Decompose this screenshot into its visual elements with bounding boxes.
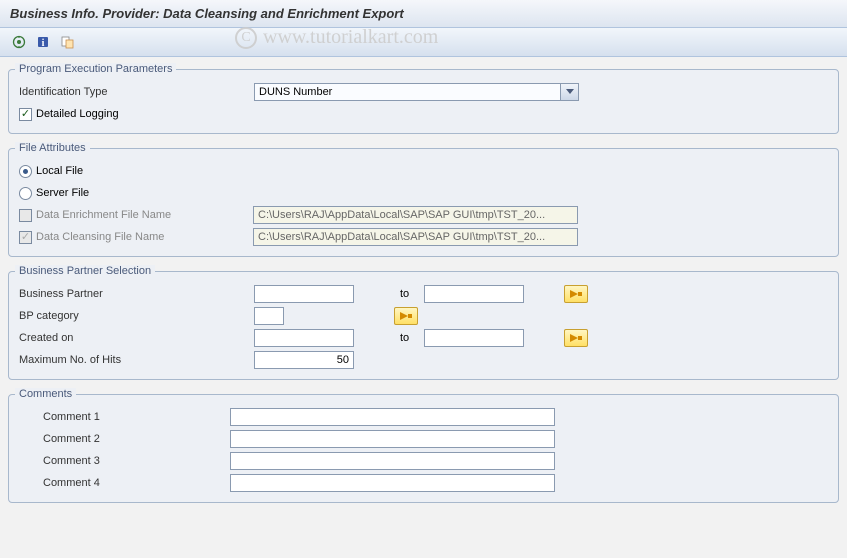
bp-category-label: BP category bbox=[19, 310, 254, 322]
execute-button[interactable] bbox=[8, 32, 30, 52]
data-cleansing-input[interactable] bbox=[253, 228, 578, 246]
detailed-logging-label: Detailed Logging bbox=[36, 108, 119, 120]
comment4-input[interactable] bbox=[230, 474, 555, 492]
info-button[interactable]: i bbox=[32, 32, 54, 52]
report-button[interactable] bbox=[56, 32, 78, 52]
group-file-attributes: File Attributes Local File Server File D… bbox=[8, 142, 839, 257]
max-hits-label: Maximum No. of Hits bbox=[19, 354, 254, 366]
data-cleansing-label: Data Cleansing File Name bbox=[36, 231, 253, 243]
group-program-execution: Program Execution Parameters Identificat… bbox=[8, 63, 839, 134]
comment4-label: Comment 4 bbox=[19, 477, 230, 489]
comment2-input[interactable] bbox=[230, 430, 555, 448]
group-comments: Comments Comment 1 Comment 2 Comment 3 C… bbox=[8, 388, 839, 503]
local-file-label: Local File bbox=[36, 165, 83, 177]
created-from-input[interactable] bbox=[254, 329, 354, 347]
data-cleansing-checkbox bbox=[19, 231, 32, 244]
bp-category-multiselect-button[interactable] bbox=[394, 307, 418, 325]
bp-label: Business Partner bbox=[19, 288, 254, 300]
identification-type-label: Identification Type bbox=[19, 86, 254, 98]
identification-type-value: DUNS Number bbox=[259, 86, 332, 98]
server-file-label: Server File bbox=[36, 187, 89, 199]
group-legend: Business Partner Selection bbox=[15, 265, 155, 277]
to-label: to bbox=[394, 332, 424, 344]
page-title: Business Info. Provider: Data Cleansing … bbox=[0, 0, 847, 28]
svg-text:i: i bbox=[42, 38, 45, 49]
created-to-input[interactable] bbox=[424, 329, 524, 347]
data-enrichment-label: Data Enrichment File Name bbox=[36, 209, 253, 221]
comment1-input[interactable] bbox=[230, 408, 555, 426]
bp-category-input[interactable] bbox=[254, 307, 284, 325]
group-legend: Comments bbox=[15, 388, 76, 400]
comment3-label: Comment 3 bbox=[19, 455, 230, 467]
data-enrichment-checkbox bbox=[19, 209, 32, 222]
group-bp-selection: Business Partner Selection Business Part… bbox=[8, 265, 839, 380]
bp-to-input[interactable] bbox=[424, 285, 524, 303]
bp-from-input[interactable] bbox=[254, 285, 354, 303]
identification-type-dropdown[interactable]: DUNS Number bbox=[254, 83, 579, 101]
group-legend: File Attributes bbox=[15, 142, 90, 154]
comment1-label: Comment 1 bbox=[19, 411, 230, 423]
chevron-down-icon bbox=[560, 84, 578, 100]
max-hits-input[interactable] bbox=[254, 351, 354, 369]
server-file-radio[interactable] bbox=[19, 187, 32, 200]
group-legend: Program Execution Parameters bbox=[15, 63, 176, 75]
created-multiselect-button[interactable] bbox=[564, 329, 588, 347]
comment3-input[interactable] bbox=[230, 452, 555, 470]
created-on-label: Created on bbox=[19, 332, 254, 344]
bp-multiselect-button[interactable] bbox=[564, 285, 588, 303]
comment2-label: Comment 2 bbox=[19, 433, 230, 445]
toolbar: i bbox=[0, 28, 847, 57]
local-file-radio[interactable] bbox=[19, 165, 32, 178]
to-label: to bbox=[394, 288, 424, 300]
data-enrichment-input[interactable] bbox=[253, 206, 578, 224]
detailed-logging-checkbox[interactable] bbox=[19, 108, 32, 121]
